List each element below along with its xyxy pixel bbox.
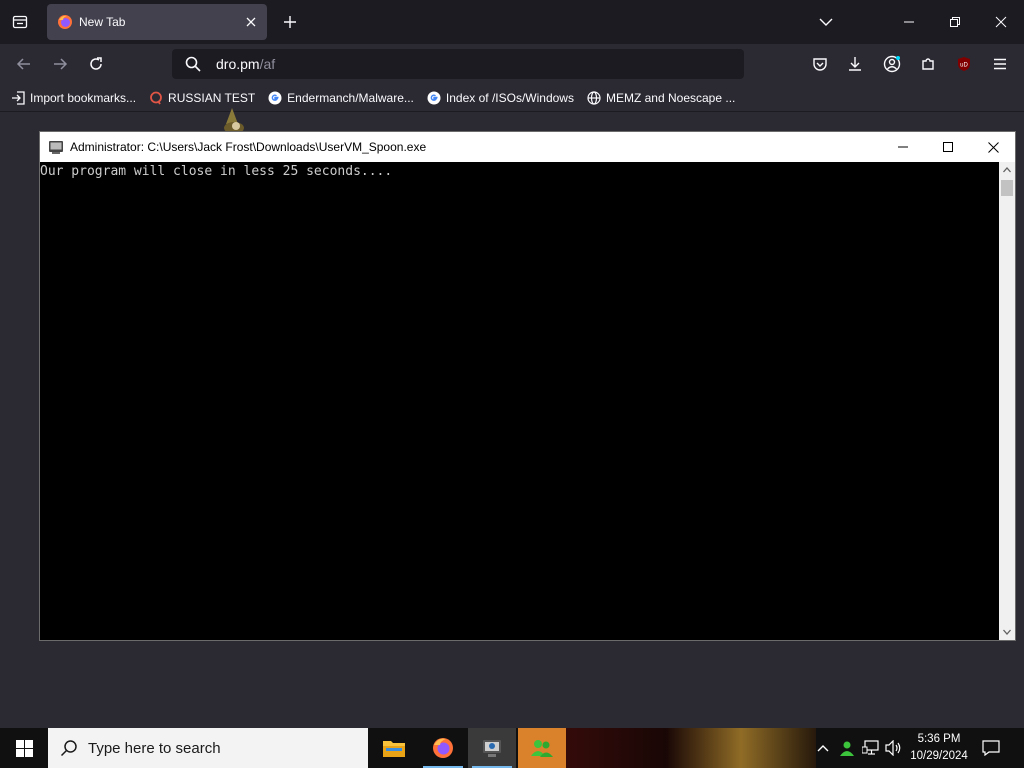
- new-tab-button[interactable]: [278, 10, 302, 34]
- google-icon: [426, 90, 442, 106]
- firefox-view-icon[interactable]: [8, 10, 32, 34]
- console-app-icon: [48, 139, 64, 155]
- minimize-button[interactable]: [886, 6, 932, 38]
- file-explorer-icon[interactable]: [370, 728, 418, 768]
- scroll-down-arrow-icon[interactable]: [999, 624, 1015, 640]
- bookmark-label: RUSSIAN TEST: [168, 90, 256, 105]
- extensions-puzzle-icon[interactable]: [916, 52, 940, 76]
- chat-bubble-icon: [148, 90, 164, 106]
- tab-bar: New Tab: [0, 0, 1024, 44]
- bookmark-index-isos[interactable]: Index of /ISOs/Windows: [426, 86, 574, 110]
- firefox-taskbar-icon[interactable]: [419, 728, 467, 768]
- console-close-button[interactable]: [970, 132, 1016, 162]
- bookmark-memz[interactable]: MEMZ and Noescape ...: [586, 86, 735, 110]
- url-bar[interactable]: dro.pm/af: [172, 49, 744, 79]
- close-window-button[interactable]: [978, 6, 1024, 38]
- taskbar-search-box[interactable]: Type here to search: [48, 728, 368, 768]
- taskbar: Type here to search 5:36 PM 10/29/2024: [0, 728, 1024, 768]
- clock-date: 10/29/2024: [910, 750, 968, 762]
- forward-arrow-icon[interactable]: [48, 52, 72, 76]
- svg-text:uD: uD: [960, 63, 968, 69]
- import-icon: [10, 90, 26, 106]
- volume-icon[interactable]: [884, 738, 904, 758]
- show-hidden-icons-chevron-icon[interactable]: [813, 738, 833, 758]
- taskbar-clock[interactable]: 5:36 PM 10/29/2024: [906, 731, 972, 765]
- account-icon[interactable]: [880, 52, 904, 76]
- console-taskbar-icon[interactable]: [468, 728, 516, 768]
- clock-time: 5:36 PM: [917, 733, 961, 745]
- search-icon: [60, 739, 78, 757]
- windows-start-icon[interactable]: [0, 728, 48, 768]
- user-tray-icon[interactable]: [837, 738, 857, 758]
- tab-title: New Tab: [79, 15, 126, 29]
- console-minimize-button[interactable]: [880, 132, 926, 162]
- pocket-icon[interactable]: [808, 52, 832, 76]
- console-title: Administrator: C:\Users\Jack Frost\Downl…: [70, 140, 427, 154]
- console-window[interactable]: Administrator: C:\Users\Jack Frost\Downl…: [39, 131, 1016, 641]
- tab-new-tab[interactable]: New Tab: [47, 4, 267, 40]
- back-arrow-icon[interactable]: [12, 52, 36, 76]
- tab-close-icon[interactable]: [239, 10, 263, 34]
- console-output-text: Our program will close in less 25 second…: [40, 164, 393, 179]
- console-output-area[interactable]: Our program will close in less 25 second…: [40, 162, 1000, 640]
- search-placeholder: Type here to search: [88, 739, 221, 757]
- url-path: /af: [259, 56, 276, 72]
- scroll-thumb[interactable]: [1001, 180, 1013, 196]
- search-icon: [184, 55, 202, 73]
- users-app-icon[interactable]: [518, 728, 566, 768]
- action-center-icon[interactable]: [978, 736, 1004, 760]
- list-all-tabs-chevron-icon[interactable]: [814, 10, 838, 34]
- hamburger-menu-icon[interactable]: [988, 52, 1012, 76]
- wallpaper-strip: [566, 728, 816, 768]
- google-icon: [267, 90, 283, 106]
- navigation-bar: dro.pm/af uD: [0, 44, 1024, 84]
- console-title-bar[interactable]: Administrator: C:\Users\Jack Frost\Downl…: [40, 132, 1015, 162]
- scroll-up-arrow-icon[interactable]: [999, 162, 1015, 178]
- firefox-icon: [57, 14, 73, 30]
- bookmark-import[interactable]: Import bookmarks...: [10, 86, 136, 110]
- console-maximize-button[interactable]: [925, 132, 971, 162]
- restore-button[interactable]: [932, 6, 978, 38]
- reload-icon[interactable]: [84, 52, 108, 76]
- bookmark-label: Endermanch/Malware...: [287, 90, 414, 105]
- bookmark-label: MEMZ and Noescape ...: [605, 90, 736, 105]
- bookmark-label: Import bookmarks...: [30, 90, 137, 105]
- network-icon[interactable]: [861, 738, 881, 758]
- url-host: dro.pm: [216, 56, 260, 72]
- globe-icon: [586, 90, 602, 106]
- bookmarks-toolbar: Import bookmarks... RUSSIAN TEST Enderma…: [0, 84, 1024, 112]
- ublock-origin-icon[interactable]: uD: [952, 52, 976, 76]
- console-scrollbar[interactable]: [999, 162, 1015, 640]
- bookmark-label: Index of /ISOs/Windows: [445, 90, 574, 105]
- bookmark-endermanch[interactable]: Endermanch/Malware...: [267, 86, 414, 110]
- download-icon[interactable]: [843, 52, 867, 76]
